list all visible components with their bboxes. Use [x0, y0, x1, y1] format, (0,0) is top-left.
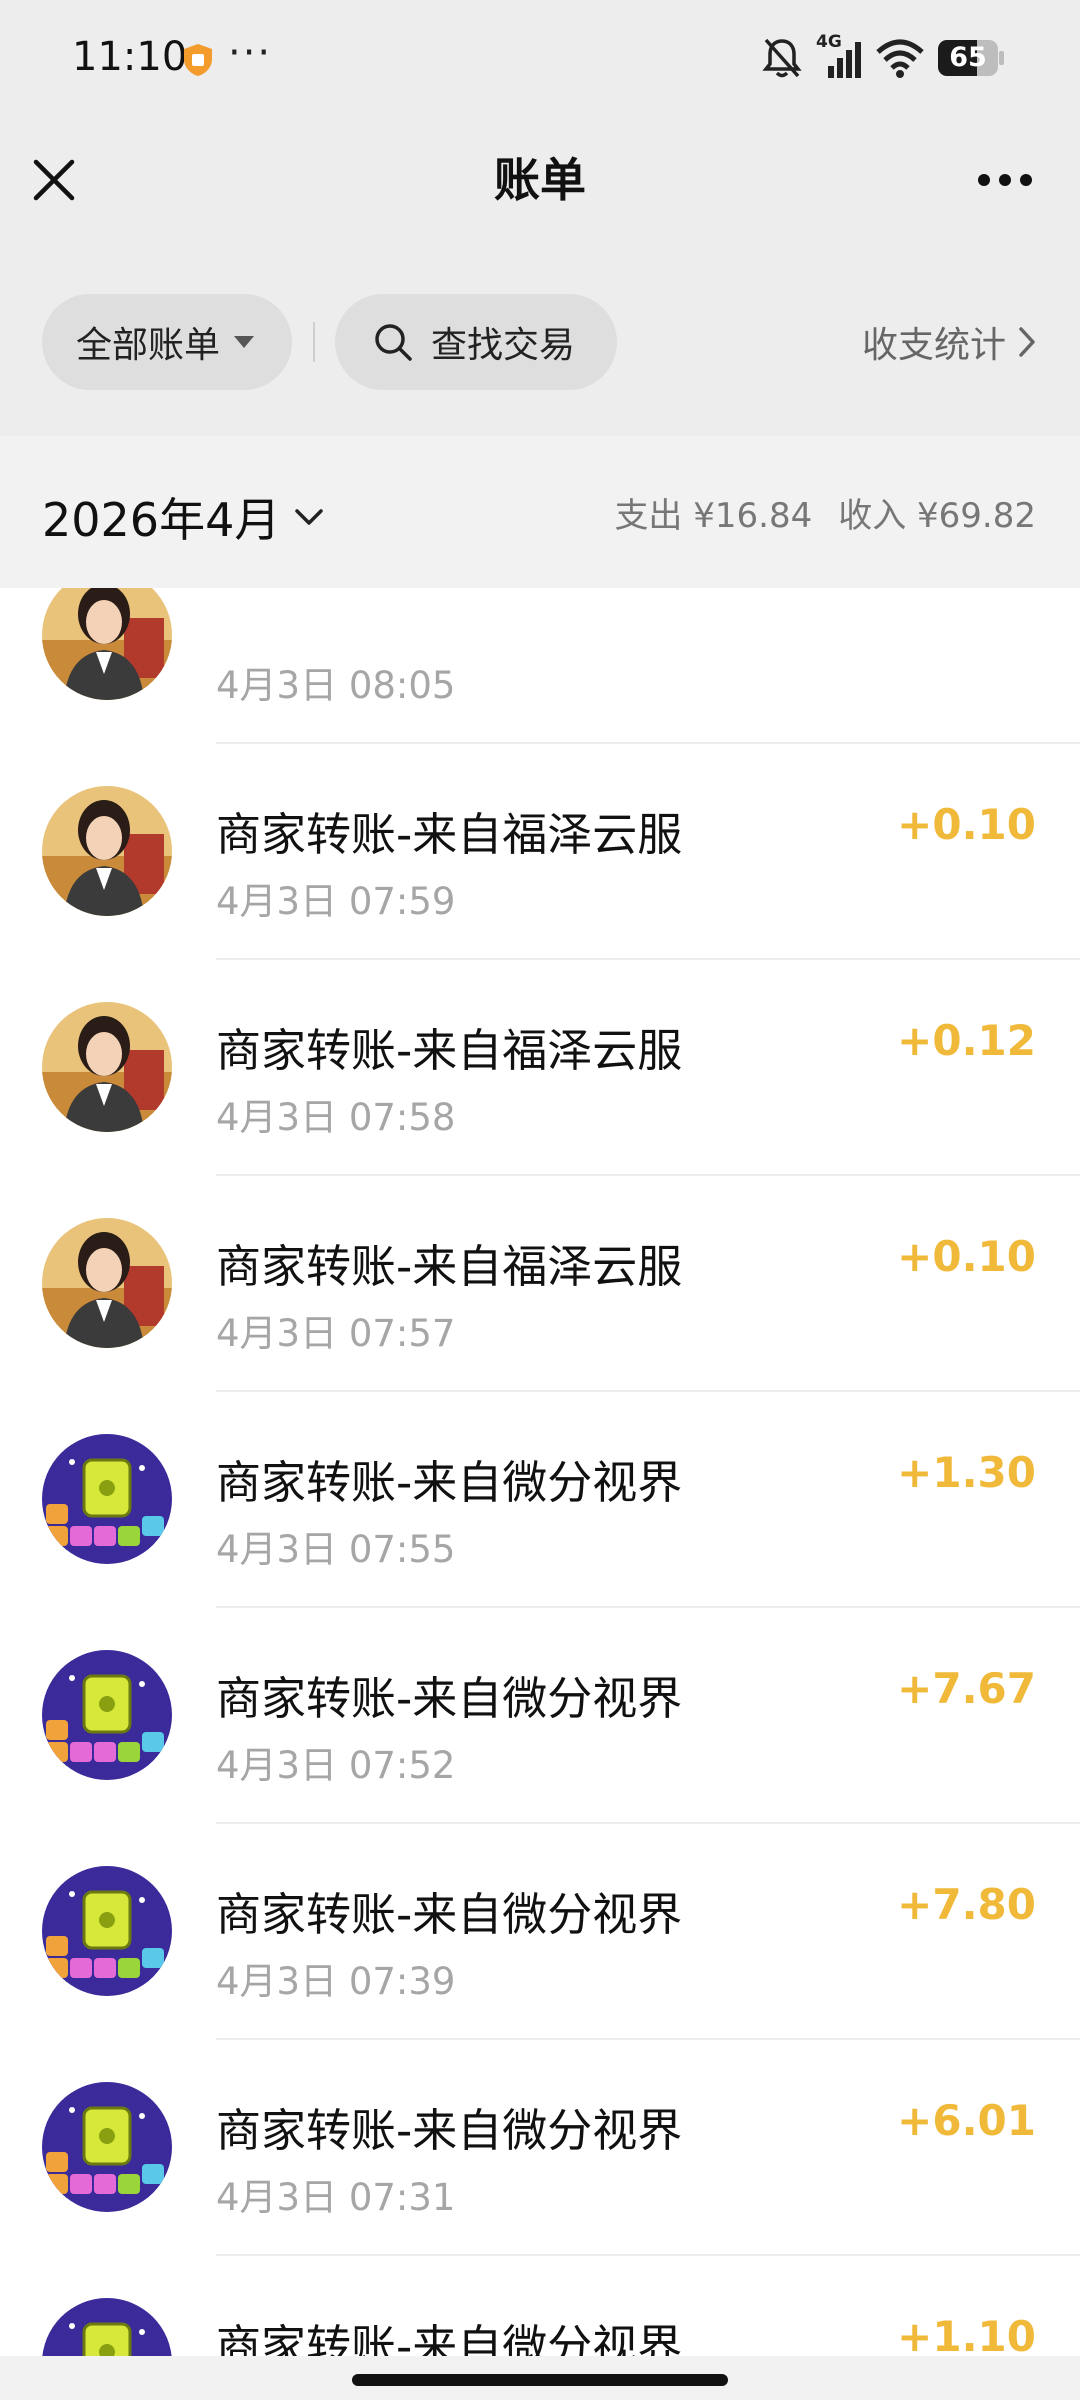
transaction-row[interactable]: 商家转账-来自福泽云服 4月3日 07:57 +0.10: [0, 1176, 1080, 1392]
transaction-amount: +7.67: [897, 1664, 1036, 1713]
filter-divider: [313, 322, 315, 362]
month-expense: 支出 ¥16.84: [614, 496, 813, 536]
all-bills-label: 全部账单: [76, 325, 221, 366]
transaction-time: 4月3日 08:05: [216, 664, 456, 707]
transaction-title: 商家转账-来自福泽云服: [216, 1024, 683, 1077]
transaction-amount: +1.10: [897, 2312, 1036, 2356]
transaction-amount: +0.10: [897, 800, 1036, 849]
status-time: 11:10: [72, 34, 188, 80]
transaction-title: 商家转账-来自微分视界: [216, 2104, 683, 2157]
transaction-amount: +0.10: [897, 1232, 1036, 1281]
merchant-avatar: [42, 1434, 172, 1564]
month-header: 2026年4月 支出 ¥16.84 收入 ¥69.82: [0, 436, 1080, 588]
transaction-amount: +0.12: [897, 1016, 1036, 1065]
transaction-amount: +7.80: [897, 1880, 1036, 1929]
transaction-time: 4月3日 07:59: [216, 880, 456, 923]
transaction-amount: +6.01: [897, 2096, 1036, 2145]
search-transactions-label: 查找交易: [431, 325, 576, 366]
merchant-avatar: [42, 1650, 172, 1780]
income-expense-stats-link[interactable]: 收支统计: [862, 314, 1036, 370]
status-bar: 11:10 ··· 4G 65: [0, 0, 1080, 118]
merchant-avatar: [42, 2082, 172, 2212]
bell-muted-icon: [762, 38, 802, 78]
transaction-time: 4月3日 07:52: [216, 1744, 456, 1787]
shield-app-icon: [184, 44, 212, 76]
merchant-avatar: [42, 1218, 172, 1348]
chevron-right-icon: [1019, 327, 1035, 357]
transaction-row[interactable]: 商家转账-来自福泽云服 4月3日 07:58 +0.12: [0, 960, 1080, 1176]
search-transactions-button[interactable]: 查找交易: [335, 294, 617, 390]
transaction-amount: +1.30: [897, 1448, 1036, 1497]
transaction-title: 商家转账-来自微分视界: [216, 1456, 683, 1509]
merchant-avatar: [42, 786, 172, 916]
transaction-row[interactable]: 商家转账-来自福泽云服 4月3日 07:59 +0.10: [0, 744, 1080, 960]
search-icon: [375, 324, 412, 361]
transaction-list: 4月3日 08:05 商家转账-来自福泽云服 4月3日 07:59 +0.10 商家…: [0, 588, 1080, 2356]
transaction-time: 4月3日 07:39: [216, 1960, 456, 2003]
transaction-title: 商家转账-来自福泽云服: [216, 808, 683, 861]
transaction-time: 4月3日 07:55: [216, 1528, 456, 1571]
all-bills-filter[interactable]: 全部账单: [42, 294, 292, 390]
signal-icon: 4G: [816, 32, 862, 80]
merchant-avatar: [42, 588, 172, 700]
more-button[interactable]: [970, 150, 1040, 210]
transaction-row[interactable]: 商家转账-来自微分视界 4月3日 07:52 +7.67: [0, 1608, 1080, 1824]
status-more-dots: ···: [228, 30, 273, 76]
transaction-row[interactable]: 商家转账-来自微分视界 4月3日 07:31 +6.01: [0, 2040, 1080, 2256]
caret-down-icon: [234, 336, 255, 348]
wifi-icon: [876, 39, 924, 78]
stats-label: 收支统计: [861, 325, 1006, 366]
transaction-title: 商家转账-来自微分视界: [216, 1672, 683, 1725]
transaction-row[interactable]: 商家转账-来自微分视界 4月3日 07:55 +1.30: [0, 1392, 1080, 1608]
merchant-avatar: [42, 1002, 172, 1132]
status-icons: 4G 65: [762, 32, 1004, 82]
transaction-time: 4月3日 07:58: [216, 1096, 456, 1139]
chevron-down-icon: [295, 509, 324, 525]
merchant-avatar: [42, 1866, 172, 1996]
home-indicator[interactable]: [352, 2374, 728, 2386]
header-area: 11:10 ··· 4G 65 账单 全部账单 查找交易 收支统计 2026年4…: [0, 0, 1080, 588]
page-title: 账单: [494, 153, 586, 207]
month-summary: 支出 ¥16.84 收入 ¥69.82: [614, 488, 1036, 537]
transaction-time: 4月3日 07:31: [216, 2176, 456, 2219]
transaction-title: 商家转账-来自微分视界: [216, 1888, 683, 1941]
transaction-title: 商家转账-来自微分视界: [216, 2320, 683, 2356]
home-indicator-area: [0, 2356, 1080, 2400]
month-selector[interactable]: 2026年4月: [42, 484, 324, 550]
battery-level: 65: [949, 42, 987, 73]
merchant-avatar: [42, 2298, 172, 2356]
transaction-row[interactable]: 4月3日 08:05: [0, 588, 1080, 744]
transaction-title: 商家转账-来自福泽云服: [216, 1240, 683, 1293]
month-label: 2026年4月: [42, 493, 281, 547]
more-icon: [978, 174, 1032, 186]
transaction-row[interactable]: 商家转账-来自微分视界 +1.10: [0, 2256, 1080, 2356]
transaction-time: 4月3日 07:57: [216, 1312, 456, 1355]
battery-icon: 65: [938, 40, 1004, 76]
transaction-row[interactable]: 商家转账-来自微分视界 4月3日 07:39 +7.80: [0, 1824, 1080, 2040]
month-income: 收入 ¥69.82: [838, 496, 1036, 536]
